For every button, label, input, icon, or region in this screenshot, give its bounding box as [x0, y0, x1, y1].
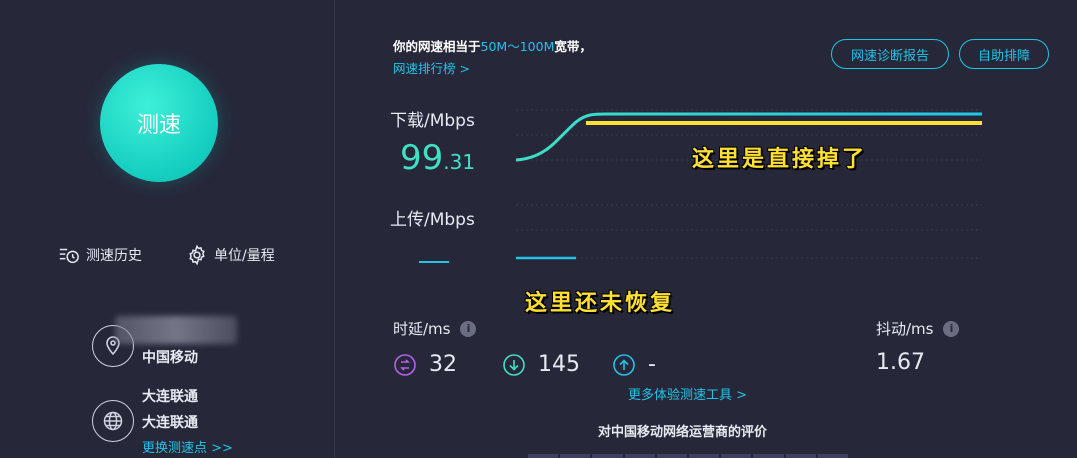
ping-icon	[394, 353, 416, 376]
equiv-range: 50M～100M	[480, 39, 555, 54]
history-label: 测速历史	[86, 248, 142, 264]
jitter-info-icon[interactable]: i	[943, 320, 960, 337]
globe-icon	[103, 411, 123, 431]
more-tools-link[interactable]: 更多体验测速工具 >	[628, 384, 747, 403]
speed-chart	[516, 109, 982, 260]
start-test-button[interactable]: 测速	[100, 64, 218, 182]
chart-grid	[516, 109, 982, 259]
upload-annotation: 这里还未恢复	[525, 291, 676, 316]
latency-ping: 32	[393, 352, 457, 377]
change-server-link[interactable]: 更换测速点 >>	[142, 437, 233, 456]
rating-bar[interactable]	[528, 454, 849, 458]
rating-segment[interactable]	[528, 454, 559, 458]
jitter-value: 1.67	[876, 350, 925, 375]
rating-segment[interactable]	[592, 454, 623, 458]
server-name-primary: 大连联通	[142, 389, 198, 405]
rating-segment[interactable]	[785, 454, 816, 458]
rating-segment[interactable]	[656, 454, 688, 458]
unit-range-label: 单位/量程	[214, 248, 275, 264]
redacted-ip-area	[115, 316, 237, 344]
upload-value-placeholder	[419, 261, 449, 263]
download-value-dec: .31	[443, 150, 476, 174]
server-globe-icon-wrap	[92, 400, 134, 442]
diagnose-report-button[interactable]: 网速诊断报告	[831, 39, 949, 69]
download-label: 下载/Mbps	[390, 111, 475, 131]
latency-header: 时延/ms i	[393, 318, 477, 339]
unit-range-button[interactable]: 单位/量程	[186, 244, 275, 266]
latency-upload-value: -	[648, 352, 656, 377]
download-value: 99.31	[400, 138, 475, 178]
latency-label: 时延/ms	[393, 320, 451, 338]
speed-equivalent-text: 你的网速相当于50M～100M宽带，	[393, 36, 592, 55]
rating-segment[interactable]	[753, 454, 784, 458]
start-test-label: 测速	[136, 113, 181, 138]
operator-rating-title: 对中国移动网络运营商的评价	[598, 425, 768, 440]
arrow-down-icon	[503, 353, 525, 376]
rating-segment[interactable]	[817, 454, 849, 458]
download-annotation: 这里是直接掉了	[692, 147, 868, 172]
latency-info-icon[interactable]: i	[460, 320, 477, 337]
jitter-label: 抖动/ms	[876, 320, 934, 338]
equiv-suffix: 宽带，	[554, 39, 592, 54]
gear-icon	[189, 244, 205, 266]
arrow-up-icon	[613, 353, 635, 376]
rating-segment[interactable]	[624, 454, 655, 458]
self-troubleshoot-button[interactable]: 自助排障	[959, 39, 1049, 69]
latency-download-value: 145	[538, 352, 580, 377]
server-name-secondary: 大连联通	[142, 415, 198, 431]
jitter-header: 抖动/ms i	[876, 318, 960, 339]
isp-name: 中国移动	[142, 350, 198, 366]
latency-upload: -	[612, 352, 656, 377]
latency-download: 145	[502, 352, 580, 377]
left-panel: 测速 测速历史 单位/量程 中国移动 大连联通 大连联通 更换测速点 >>	[0, 0, 335, 458]
speed-ranking-link[interactable]: 网速排行榜 >	[393, 58, 470, 77]
latency-ping-value: 32	[429, 352, 457, 377]
equiv-prefix: 你的网速相当于	[393, 39, 481, 54]
download-value-int: 99	[400, 138, 444, 178]
history-icon	[59, 248, 79, 264]
history-button[interactable]: 测速历史	[58, 244, 142, 266]
upload-label: 上传/Mbps	[390, 210, 475, 230]
rating-segment[interactable]	[689, 454, 720, 458]
rating-segment[interactable]	[721, 454, 752, 458]
rating-segment[interactable]	[560, 454, 591, 458]
